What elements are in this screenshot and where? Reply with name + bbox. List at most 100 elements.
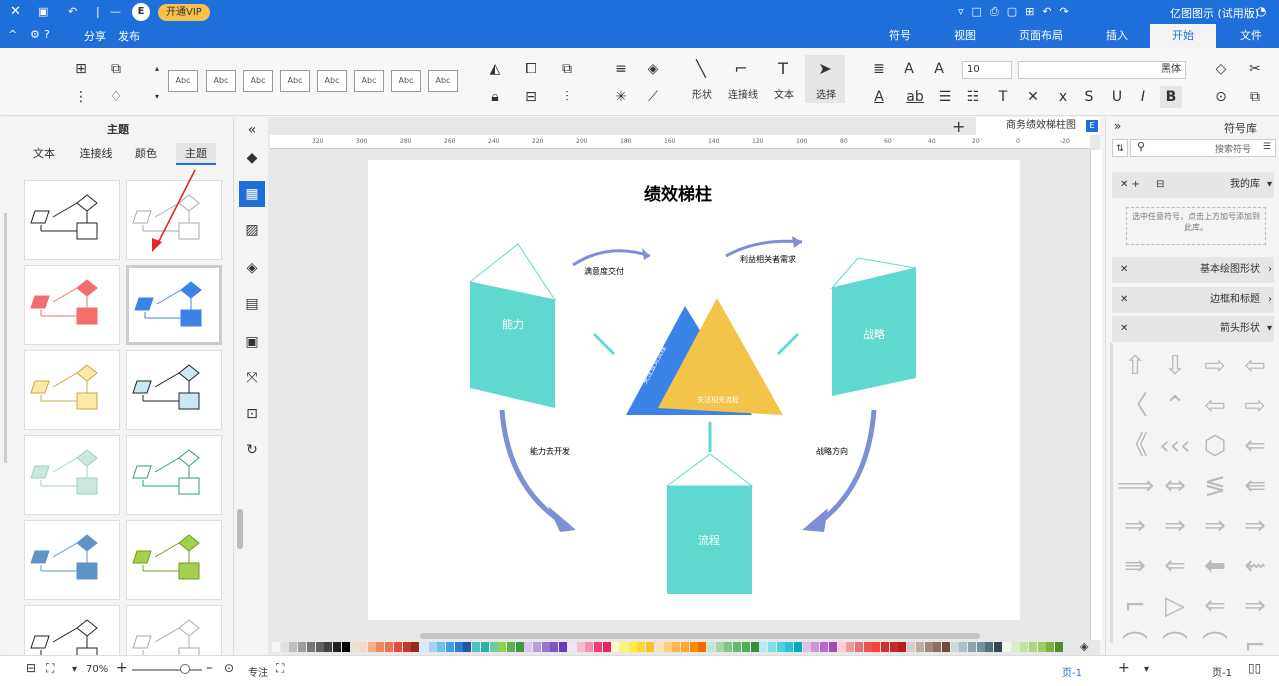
zoom-slider-handle[interactable] xyxy=(180,664,190,674)
collapse-icon[interactable]: « xyxy=(239,117,265,143)
arrow-shape-icon[interactable]: ⟹ xyxy=(1117,470,1154,502)
palette-swatch[interactable] xyxy=(915,642,924,652)
focus-icon[interactable]: ⊙ xyxy=(224,661,234,675)
palette-swatch[interactable] xyxy=(802,642,811,652)
palette-swatch[interactable] xyxy=(280,642,289,652)
palette-swatch[interactable] xyxy=(1002,642,1011,652)
zoom-out-icon[interactable]: – xyxy=(206,660,213,676)
palette-swatch[interactable] xyxy=(846,642,855,652)
palette-swatch[interactable] xyxy=(941,642,950,652)
palette-swatch[interactable] xyxy=(837,642,846,652)
palette-swatch[interactable] xyxy=(872,642,881,652)
zoom-level[interactable]: 70% xyxy=(86,664,108,675)
palette-swatch[interactable] xyxy=(611,642,620,652)
scrollbar[interactable] xyxy=(1110,343,1113,643)
palette-swatch[interactable] xyxy=(524,642,533,652)
arrow-shape-icon[interactable]: ⇒ xyxy=(1237,510,1273,542)
layers-icon[interactable]: ◈ xyxy=(239,255,265,281)
search-field[interactable]: ⚲ 搜索符号 ☰ xyxy=(1130,139,1276,157)
palette-swatch[interactable] xyxy=(411,642,420,652)
palette-swatch[interactable] xyxy=(1020,642,1029,652)
palette-swatch[interactable] xyxy=(776,642,785,652)
arrow-shape-icon[interactable]: ⇐ xyxy=(1157,550,1193,582)
close-icon[interactable]: ✕ xyxy=(1120,257,1128,283)
palette-swatch[interactable] xyxy=(359,642,367,652)
palette-swatch[interactable] xyxy=(1046,642,1055,652)
add-tab-icon[interactable]: + xyxy=(952,117,965,136)
drawing-page[interactable]: 绩效梯柱 能力 战略 流程 关注业务流程 关注相关流程 满意度交付 利益相关者需… xyxy=(368,160,1020,620)
palette-swatch[interactable] xyxy=(550,642,559,652)
arrow-shape-icon[interactable]: ⇛ xyxy=(1117,550,1153,582)
arrow-shape-icon[interactable]: ⇨ xyxy=(1237,390,1273,422)
diagram-title[interactable]: 绩效梯柱 xyxy=(644,184,712,205)
palette-swatch[interactable] xyxy=(959,642,968,652)
palette-swatch[interactable] xyxy=(933,642,942,652)
arrow-shape-icon[interactable]: 〈 xyxy=(1117,390,1153,422)
horizontal-scrollbar[interactable] xyxy=(420,633,980,639)
panel-scrollbar[interactable] xyxy=(237,509,243,549)
palette-swatch[interactable] xyxy=(811,642,820,652)
arrow-shape-icon[interactable]: ⇨ xyxy=(1197,350,1233,382)
arrow-shape-icon[interactable]: ⇦ xyxy=(1197,390,1233,422)
arrow-shape-icon[interactable]: ⇐ xyxy=(1237,430,1273,462)
arrow-shape-icon[interactable]: ⇒ xyxy=(1117,510,1153,542)
arrow-shape-icon[interactable]: ⇒ xyxy=(1157,510,1193,542)
palette-swatch[interactable] xyxy=(419,642,428,652)
palette-swatch[interactable] xyxy=(428,642,437,652)
palette-swatch[interactable] xyxy=(794,642,802,652)
palette-swatch[interactable] xyxy=(437,642,446,652)
arrow-shape-icon[interactable]: ⇐ xyxy=(1197,590,1233,622)
palette-swatch[interactable] xyxy=(472,642,481,652)
arrow-shape-icon[interactable]: ⇚ xyxy=(1237,470,1273,502)
expand-icon[interactable]: » xyxy=(1114,119,1121,133)
palette-swatch[interactable] xyxy=(976,642,985,652)
palette-swatch[interactable] xyxy=(567,642,576,652)
palette-swatch[interactable] xyxy=(985,642,994,652)
palette-swatch[interactable] xyxy=(315,642,324,652)
section-my-library[interactable]: ✕ + ⊟ 我的库 ▾ xyxy=(1112,172,1274,198)
palette-swatch[interactable] xyxy=(707,642,715,652)
library-menu-icon[interactable]: ☰ xyxy=(1263,142,1271,152)
zoom-chevron-icon[interactable]: ▾ xyxy=(72,664,77,675)
palette-swatch[interactable] xyxy=(828,642,837,652)
arrow-shape-icon[interactable]: ▷ xyxy=(1157,590,1193,622)
palette-swatch[interactable] xyxy=(620,642,628,652)
palette-swatch[interactable] xyxy=(541,642,550,652)
palette-swatch[interactable] xyxy=(533,642,541,652)
palette-swatch[interactable] xyxy=(968,642,976,652)
document-tab[interactable]: 商务绩效梯柱图 E xyxy=(976,117,1100,135)
section-arrow-shapes[interactable]: ✕ 箭头形状 ▾ xyxy=(1112,316,1274,342)
palette-swatch[interactable] xyxy=(576,642,585,652)
palette-swatch[interactable] xyxy=(585,642,594,652)
palette-swatch[interactable] xyxy=(689,642,698,652)
arrow-shape-icon[interactable]: ⇒ xyxy=(1197,510,1233,542)
palette-swatch[interactable] xyxy=(393,642,402,652)
image-icon[interactable]: ▨ xyxy=(239,217,265,243)
palette-swatch[interactable] xyxy=(1028,642,1037,652)
arrow-shape-icon[interactable]: 《 xyxy=(1117,430,1153,462)
fill-bucket-icon[interactable]: ◆ xyxy=(239,145,265,171)
arrow-shape-icon[interactable]: ‹‹‹ xyxy=(1157,430,1193,462)
screen-fit-icon[interactable]: ⛶ xyxy=(276,661,284,676)
arrow-shape-icon[interactable]: ⌐ xyxy=(1117,590,1153,622)
palette-swatch[interactable] xyxy=(724,642,733,652)
palette-swatch[interactable] xyxy=(385,642,394,652)
palette-swatch[interactable] xyxy=(924,642,933,652)
palette-swatch[interactable] xyxy=(698,642,707,652)
focus-label[interactable]: 专注 xyxy=(248,664,268,679)
palette-swatch[interactable] xyxy=(680,642,689,652)
palette-swatch[interactable] xyxy=(515,642,524,652)
fullscreen-icon[interactable]: ⛶ xyxy=(46,661,54,676)
table-icon[interactable]: ▣ xyxy=(239,329,265,355)
palette-swatch[interactable] xyxy=(446,642,454,652)
section-borders-titles[interactable]: ✕ 边框和标题 › xyxy=(1112,287,1274,313)
palette-swatch[interactable] xyxy=(350,642,359,652)
palette-swatch[interactable] xyxy=(593,642,602,652)
palette-swatch[interactable] xyxy=(498,642,507,652)
close-icon[interactable]: ✕ + xyxy=(1120,172,1140,198)
section-basic-shapes[interactable]: ✕ 基本绘图形状 › xyxy=(1112,257,1274,283)
palette-swatch[interactable] xyxy=(994,642,1003,652)
palette-swatch[interactable] xyxy=(785,642,794,652)
palette-swatch[interactable] xyxy=(1037,642,1046,652)
palette-swatch[interactable] xyxy=(367,642,376,652)
